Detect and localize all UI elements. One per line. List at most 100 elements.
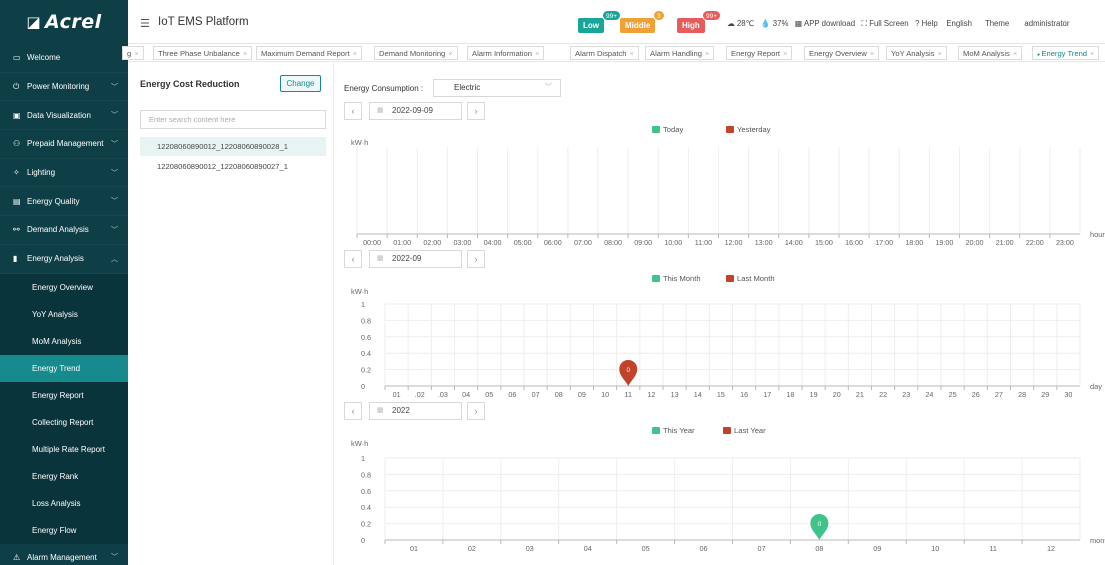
sidebar-item-energy-report[interactable]: Energy Report	[0, 381, 128, 409]
tab-energy-report[interactable]: Energy Report ×	[726, 46, 793, 60]
help-link[interactable]: Help	[922, 19, 938, 28]
theme-switch[interactable]: Theme	[985, 19, 1009, 28]
prev-month-button[interactable]: ‹	[344, 250, 362, 268]
tab-alarm-handling[interactable]: Alarm Handling ×	[645, 46, 715, 60]
month-date-picker[interactable]: ▦ 2022-09	[369, 250, 462, 268]
day-date-picker[interactable]: ▦ 2022-09-09	[369, 102, 462, 120]
qr-code-icon[interactable]: ▦	[795, 19, 802, 28]
tab-demand-monitoring[interactable]: Demand Monitoring ×	[374, 46, 458, 60]
close-icon[interactable]: ×	[353, 49, 357, 58]
tab-three-phase-unbalance[interactable]: Three Phase Unbalance ×	[153, 46, 253, 60]
legend-label[interactable]: This Month	[663, 274, 701, 283]
device-item[interactable]: 12208060890012_12208060890028_1	[140, 137, 326, 156]
legend-label[interactable]: Last Month	[737, 274, 775, 283]
device-search-input[interactable]: Enter search content here	[140, 110, 326, 129]
tab-yoy-analysis[interactable]: YoY Analysis ×	[886, 46, 947, 60]
full-screen-link[interactable]: Full Screen	[869, 19, 908, 28]
alarm-badge-middle[interactable]: Middle 3	[620, 10, 665, 33]
prev-day-button[interactable]: ‹	[344, 102, 362, 120]
user-menu[interactable]: administrator	[1024, 19, 1069, 28]
legend-swatch[interactable]	[652, 427, 660, 434]
device-item[interactable]: 12208060890012_12208060890027_1	[140, 157, 326, 176]
x-tick-label: 23:00	[1056, 238, 1074, 247]
alarm-badge-high[interactable]: High 99+	[677, 10, 722, 33]
close-icon[interactable]: ×	[243, 49, 247, 58]
legend-swatch[interactable]	[726, 126, 734, 133]
x-tick-label: .02	[415, 390, 425, 399]
tab-energy-overview[interactable]: Energy Overview ×	[804, 46, 880, 60]
app-download-link[interactable]: APP download	[804, 19, 855, 28]
sidebar-item-energy-analysis[interactable]: ▮ Energy Analysis ︿	[0, 245, 128, 274]
change-button[interactable]: Change	[280, 75, 321, 92]
language-switch[interactable]: English	[946, 19, 972, 28]
sidebar-item-demand-analysis[interactable]: ⚯ Demand Analysis ﹀	[0, 216, 128, 245]
close-icon[interactable]: ×	[134, 49, 138, 58]
energy-type-value: Electric	[454, 83, 481, 92]
data-marker-pin[interactable]: 0	[810, 514, 829, 540]
tab-label: Alarm Information	[472, 49, 532, 58]
prev-year-button[interactable]: ‹	[344, 402, 362, 420]
sidebar-item-multiple-rate-report[interactable]: Multiple Rate Report	[0, 435, 128, 463]
legend-swatch[interactable]	[723, 427, 731, 434]
sidebar-item-yoy-analysis[interactable]: YoY Analysis	[0, 300, 128, 328]
close-icon[interactable]: ×	[938, 49, 942, 58]
sidebar-item-energy-rank[interactable]: Energy Rank	[0, 462, 128, 490]
tab-alarm-information[interactable]: Alarm Information ×	[467, 46, 545, 60]
close-icon[interactable]: ×	[705, 49, 709, 58]
close-icon[interactable]: ×	[1090, 49, 1094, 58]
tab-label: Three Phase Unbalance	[158, 49, 240, 58]
legend-label[interactable]: Yesterday	[737, 125, 771, 134]
brand-logo[interactable]: ◪ Acrel	[0, 0, 128, 44]
close-icon[interactable]: ×	[448, 49, 452, 58]
x-axis-label: month	[1090, 536, 1105, 545]
sidebar-item-energy-overview[interactable]: Energy Overview	[0, 273, 128, 301]
bulb-icon: ✧	[13, 168, 20, 178]
year-date-picker[interactable]: ▦ 2022	[369, 402, 462, 420]
sidebar-item-mom-analysis[interactable]: MoM Analysis	[0, 327, 128, 355]
x-tick-label: 08:00	[604, 238, 622, 247]
x-tick-label: 08	[555, 390, 563, 399]
next-year-button[interactable]: ›	[467, 402, 485, 420]
help-icon[interactable]: ?	[915, 19, 919, 28]
sidebar-item-energy-quality[interactable]: ▤ Energy Quality ﹀	[0, 187, 128, 217]
close-icon[interactable]: ×	[1013, 49, 1017, 58]
sidebar-item-energy-flow[interactable]: Energy Flow	[0, 516, 128, 544]
x-tick-label: 22:00	[1026, 238, 1044, 247]
sidebar-item-data-visualization[interactable]: ▣ Data Visualization ﹀	[0, 101, 128, 131]
sidebar-item-prepaid-management[interactable]: ⚇ Prepaid Management ﹀	[0, 130, 128, 159]
tab-g[interactable]: g ×	[122, 46, 144, 60]
sidebar-item-lighting[interactable]: ✧ Lighting ﹀	[0, 159, 128, 188]
sidebar-item-loss-analysis[interactable]: Loss Analysis	[0, 489, 128, 517]
x-tick-label: 02	[468, 544, 476, 553]
tab-maximum-demand-report[interactable]: Maximum Demand Report ×	[256, 46, 363, 60]
close-icon[interactable]: ×	[870, 49, 874, 58]
x-tick-label: 19	[810, 390, 818, 399]
sidebar-item-energy-trend[interactable]: Energy Trend	[0, 354, 128, 382]
legend-label[interactable]: This Year	[663, 426, 695, 435]
sidebar-item-welcome[interactable]: ▭ Welcome	[0, 44, 128, 73]
close-icon[interactable]: ×	[535, 49, 539, 58]
x-tick-label: 00:00	[363, 238, 381, 247]
sidebar-item-power-monitoring[interactable]: ⏻ Power Monitoring ﹀	[0, 73, 128, 102]
chevron-down-icon: ﹀	[111, 554, 118, 562]
fullscreen-icon[interactable]: ⛶	[862, 19, 867, 28]
legend-swatch[interactable]	[652, 126, 660, 133]
alarm-badge-low[interactable]: Low 99+	[578, 10, 622, 33]
legend-swatch[interactable]	[652, 275, 660, 282]
energy-type-select[interactable]: Electric ﹀	[433, 79, 561, 97]
sidebar-item-alarm-management[interactable]: ⚠ Alarm Management ﹀	[0, 544, 128, 565]
tab-energy-trend[interactable]: ● Energy Trend ×	[1032, 46, 1100, 60]
data-marker-pin[interactable]: 0	[619, 359, 638, 386]
next-month-button[interactable]: ›	[467, 250, 485, 268]
menu-toggle-icon[interactable]: ☰	[140, 17, 150, 30]
tab-mom-analysis[interactable]: MoM Analysis ×	[958, 46, 1023, 60]
tab-alarm-dispatch[interactable]: Alarm Dispatch ×	[570, 46, 639, 60]
chevron-down-icon: ﹀	[111, 112, 118, 120]
next-day-button[interactable]: ›	[467, 102, 485, 120]
sidebar-item-collecting-report[interactable]: Collecting Report	[0, 408, 128, 436]
legend-swatch[interactable]	[726, 275, 734, 282]
close-icon[interactable]: ×	[783, 49, 787, 58]
close-icon[interactable]: ×	[629, 49, 633, 58]
legend-label[interactable]: Last Year	[734, 426, 766, 435]
legend-label[interactable]: Today	[663, 125, 683, 134]
